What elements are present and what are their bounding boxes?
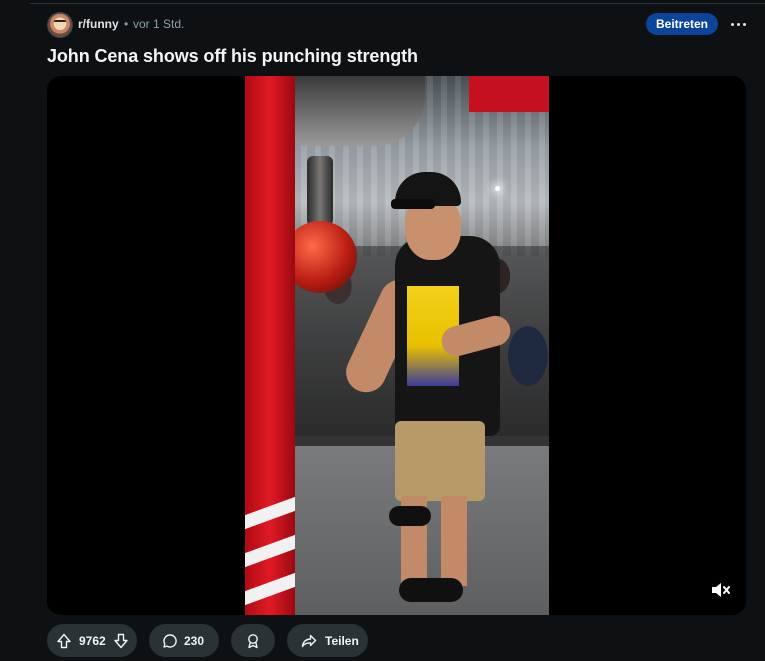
comments-button[interactable]: 230: [149, 624, 219, 657]
video-light: [495, 186, 500, 191]
vote-group: 9762: [47, 624, 137, 657]
more-options-icon[interactable]: [727, 13, 749, 35]
speed-bag-swivel: [307, 156, 333, 226]
video-banner: [469, 76, 549, 112]
video-person-leg: [441, 496, 467, 586]
share-arrow-icon: [301, 633, 317, 649]
pole-stripe: [245, 534, 295, 568]
video-cap-brim: [391, 199, 435, 209]
comment-count: 230: [184, 633, 205, 648]
video-frame[interactable]: [245, 76, 549, 615]
subreddit-avatar[interactable]: [47, 12, 73, 38]
subreddit-name[interactable]: r/funny: [78, 17, 119, 31]
red-pole: [245, 76, 295, 615]
video-person-shorts: [395, 421, 485, 501]
video-player[interactable]: [47, 76, 746, 615]
post-title[interactable]: John Cena shows off his punching strengt…: [47, 46, 418, 67]
downvote-arrow-icon[interactable]: [113, 633, 129, 649]
upvote-arrow-icon[interactable]: [56, 633, 72, 649]
top-divider: [30, 3, 765, 4]
award-button[interactable]: [231, 624, 275, 657]
post-time: vor 1 Std.: [133, 17, 185, 31]
speed-bag-platform: [295, 76, 425, 146]
pole-stripe: [245, 496, 295, 530]
join-button[interactable]: Beitreten: [646, 13, 718, 35]
pole-stripe: [245, 572, 295, 606]
meta-separator: •: [124, 17, 129, 31]
video-person-shoe: [399, 578, 463, 602]
video-person-shoe: [389, 506, 431, 526]
award-icon: [245, 633, 261, 649]
share-button[interactable]: Teilen: [287, 624, 368, 657]
muted-speaker-icon[interactable]: [707, 576, 735, 604]
vote-count: 9762: [79, 633, 106, 648]
comment-bubble-icon: [162, 633, 178, 649]
share-label: Teilen: [325, 633, 359, 648]
post-header: r/funny • vor 1 Std. Beitreten: [47, 11, 752, 38]
